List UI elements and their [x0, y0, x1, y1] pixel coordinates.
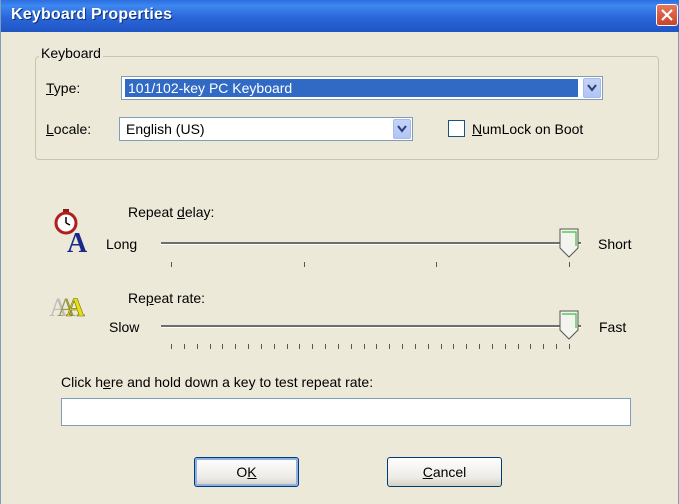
test-area-label-pre: Click h	[61, 374, 104, 390]
repeat-delay-slider[interactable]	[161, 228, 581, 276]
slider-tick	[171, 344, 172, 349]
cancel-button[interactable]: Cancel	[387, 457, 502, 487]
slider-tick	[261, 344, 262, 349]
slider-tick	[479, 344, 480, 349]
repeat-delay-mnemonic: d	[177, 204, 185, 220]
type-dropdown-button[interactable]	[583, 78, 601, 98]
slider-tick	[364, 344, 365, 349]
repeat-rate-track	[161, 325, 581, 328]
locale-label-mnemonic: L	[46, 121, 54, 137]
slider-tick	[556, 344, 557, 349]
repeat-rate-max-label: Fast	[599, 319, 627, 335]
slider-tick	[312, 344, 313, 349]
slider-tick	[287, 344, 288, 349]
ok-button[interactable]: OK	[194, 457, 299, 487]
slider-tick	[210, 344, 211, 349]
slider-tick	[274, 344, 275, 349]
repeat-delay-track	[161, 242, 581, 245]
slider-tick	[389, 344, 390, 349]
keyboard-group-legend: Keyboard	[39, 45, 103, 61]
slider-tick	[235, 344, 236, 349]
repeat-delay-thumb[interactable]	[559, 228, 579, 258]
locale-label-text: ocale:	[53, 121, 92, 137]
repeat-rate-label-post: eat rate:	[153, 290, 206, 306]
ok-label: O	[236, 464, 248, 480]
slider-tick	[376, 344, 377, 349]
numlock-label[interactable]: NumLock on Boot	[472, 121, 583, 137]
test-area-label: Click here and hold down a key to test r…	[61, 374, 373, 390]
close-icon	[661, 9, 673, 21]
repeat-delay-label: Repeat delay:	[128, 204, 214, 220]
repeat-delay-label-pre: Repeat	[128, 204, 178, 220]
test-area-mnemonic: e	[103, 374, 111, 390]
slider-tick	[569, 262, 570, 267]
cancel-mnemonic: C	[422, 464, 433, 480]
cancel-label: ancel	[432, 464, 467, 480]
slider-tick	[338, 344, 339, 349]
slider-tick	[222, 344, 223, 349]
repeat-rate-icon: A A A	[49, 288, 97, 323]
repeat-rate-thumb[interactable]	[559, 310, 579, 340]
locale-dropdown[interactable]: English (US)	[119, 117, 413, 141]
ok-mnemonic: K	[247, 464, 257, 480]
repeat-delay-icon: A	[53, 208, 97, 259]
type-dropdown[interactable]: 101/102-key PC Keyboard	[121, 76, 603, 100]
slider-tick	[441, 344, 442, 349]
svg-text:A: A	[66, 293, 85, 322]
repeat-rate-slider[interactable]	[161, 310, 581, 358]
slider-tick	[466, 344, 467, 349]
repeat-delay-label-post: elay:	[184, 204, 215, 220]
type-label: Type:	[46, 80, 80, 96]
repeat-rate-label-pre: Re	[128, 290, 146, 306]
slider-tick	[248, 344, 249, 349]
slider-tick	[184, 344, 185, 349]
slider-tick	[197, 344, 198, 349]
numlock-label-mnemonic: N	[472, 121, 483, 137]
slider-tick	[415, 344, 416, 349]
slider-tick	[518, 344, 519, 349]
chevron-down-icon	[587, 84, 597, 92]
numlock-label-text: umLock on Boot	[482, 121, 584, 137]
numlock-checkbox[interactable]	[448, 120, 465, 137]
slider-tick	[171, 262, 172, 267]
repeat-rate-label: Repeat rate:	[128, 290, 205, 306]
type-label-mnemonic: T	[46, 80, 54, 96]
slider-tick	[569, 344, 570, 349]
slider-tick	[299, 344, 300, 349]
type-dropdown-value: 101/102-key PC Keyboard	[125, 79, 578, 97]
slider-tick	[505, 344, 506, 349]
repeat-rate-min-label: Slow	[109, 319, 140, 335]
title-bar[interactable]: Keyboard Properties	[1, 0, 679, 32]
slider-tick	[543, 344, 544, 349]
slider-tick	[402, 344, 403, 349]
repeat-rate-mnemonic: p	[145, 290, 154, 306]
chevron-down-icon	[397, 125, 407, 133]
test-area-label-post: re and hold down a key to test repeat ra…	[110, 374, 374, 390]
repeat-delay-min-label: Long	[106, 236, 138, 252]
keyboard-groupbox	[35, 56, 659, 160]
repeat-rate-test-input[interactable]	[61, 398, 631, 426]
svg-text:A: A	[67, 228, 88, 254]
locale-dropdown-value: English (US)	[126, 121, 205, 137]
slider-tick	[428, 344, 429, 349]
slider-tick	[325, 344, 326, 349]
type-label-text: ype:	[53, 80, 81, 96]
repeat-delay-max-label: Short	[598, 236, 632, 252]
slider-tick	[436, 262, 437, 267]
locale-label: Locale:	[46, 121, 91, 137]
slider-tick	[453, 344, 454, 349]
slider-tick	[530, 344, 531, 349]
locale-dropdown-button[interactable]	[393, 119, 411, 139]
slider-tick	[304, 262, 305, 267]
keyboard-properties-dialog: Keyboard Properties Keyboard Type: 101/1…	[0, 0, 679, 504]
slider-tick	[351, 344, 352, 349]
close-button[interactable]	[656, 4, 678, 26]
window-title: Keyboard Properties	[11, 6, 173, 23]
slider-tick	[492, 344, 493, 349]
